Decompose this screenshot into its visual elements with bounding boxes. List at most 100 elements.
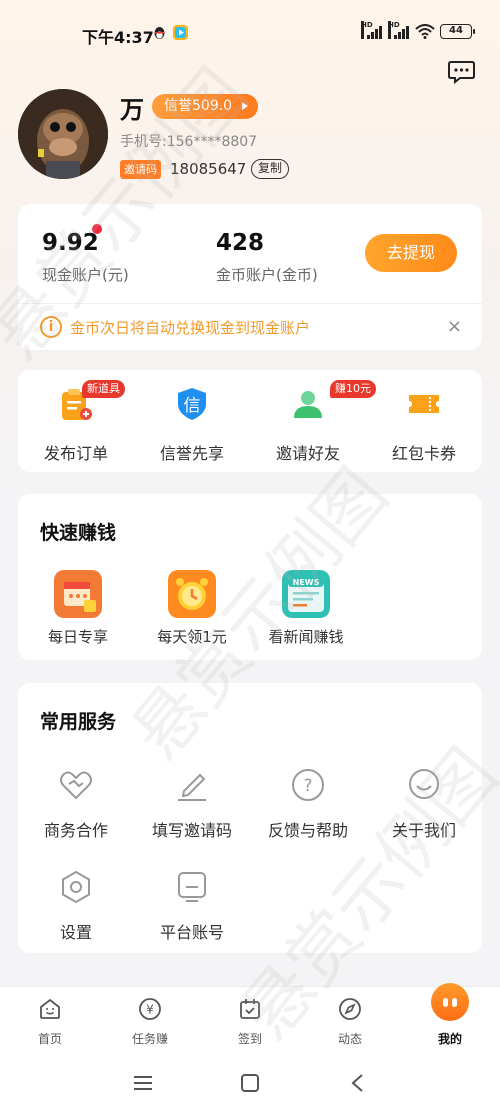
tool-credit-first[interactable]: 信 信誉先享: [134, 370, 250, 472]
tool-label: 红包卡券: [391, 444, 456, 463]
credit-shield-icon: 信: [174, 386, 210, 422]
nav-label: 任务赚: [131, 1032, 168, 1046]
coin-balance[interactable]: 428: [216, 230, 264, 256]
qq-penguin-icon: [152, 25, 167, 40]
tool-invite-friends[interactable]: 赚10元 邀请好友: [250, 370, 376, 472]
home-square-icon[interactable]: [238, 1072, 262, 1094]
quick-earn-title: 快速赚钱: [40, 522, 117, 544]
earn-label: 每日专享: [47, 628, 108, 646]
settings-hex-icon: [58, 869, 94, 905]
tool-publish-order[interactable]: 新道具 发布订单: [18, 370, 134, 472]
play-arrow-icon: [242, 102, 249, 110]
signal-icon: HD: [388, 20, 410, 39]
nav-mine[interactable]: 我的: [400, 983, 500, 1057]
earn-read-news[interactable]: NEWS 看新闻赚钱: [246, 570, 366, 650]
withdraw-button[interactable]: 去提现: [365, 234, 457, 272]
earn-daily-exclusive[interactable]: 每日专享: [18, 570, 138, 650]
help-icon: ?: [290, 767, 326, 803]
system-nav-bar: [0, 1056, 500, 1111]
nav-label: 首页: [37, 1032, 62, 1046]
svg-text:信: 信: [184, 396, 201, 416]
tool-coupons[interactable]: 红包卡券: [366, 370, 482, 472]
news-icon-text: NEWS: [293, 578, 320, 587]
help-icon-text: ?: [303, 776, 312, 796]
cash-balance[interactable]: 9.92: [42, 230, 99, 256]
tool-label: 邀请好友: [275, 444, 340, 463]
close-icon[interactable]: ×: [447, 316, 462, 337]
new-item-badge: 新道具: [82, 380, 125, 398]
tools-card: 新道具 发布订单 信 信誉先享 赚10元 邀请好友 红包卡券: [18, 370, 482, 472]
yen-icon-text: ¥: [146, 1003, 154, 1017]
service-label: 商务合作: [43, 821, 108, 840]
status-bar: 下午4:37 HD HD 44: [0, 0, 500, 64]
exchange-notice: i 金币次日将自动兑换现金到现金账户 ×: [18, 304, 482, 350]
account-card: 9.92 现金账户(元) 428 金币账户(金币) 去提现 i 金币次日将自动兑…: [18, 204, 482, 350]
status-time: 下午4:37: [82, 28, 154, 47]
info-icon: i: [40, 316, 62, 338]
coin-account-label: 金币账户(金币): [216, 266, 318, 284]
calendar-check-icon: [238, 997, 262, 1021]
handshake-heart-icon: [58, 767, 94, 803]
unread-dot: [92, 224, 102, 234]
mine-face-icon: [431, 983, 469, 1021]
credit-score-button[interactable]: 信誉509.0: [152, 94, 259, 119]
invite-code-tag: 邀请码: [120, 160, 161, 179]
earn-daily-1yuan[interactable]: 每天领1元: [132, 570, 252, 650]
services-card: 常用服务 商务合作 填写邀请码 ? 反馈与帮助 关于我们 设置 平台账号: [18, 683, 482, 953]
back-icon[interactable]: [346, 1072, 370, 1094]
nav-checkin[interactable]: 签到: [200, 987, 300, 1057]
signal-label: HD: [361, 20, 373, 39]
nav-label: 签到: [237, 1032, 262, 1046]
calendar-gift-icon: [54, 570, 102, 618]
credit-score-label: 信誉509.0: [164, 98, 233, 114]
signal-icon: HD: [361, 20, 383, 39]
wifi-icon: [415, 24, 435, 39]
service-business[interactable]: 商务合作: [18, 767, 134, 847]
copy-button[interactable]: 复制: [251, 159, 290, 179]
signal-label: HD: [388, 20, 400, 39]
status-right: HD HD 44: [361, 20, 475, 39]
bottom-nav: 首页 ¥ 任务赚 签到 动态 我的: [0, 983, 500, 1057]
nav-label: 动态: [337, 1032, 362, 1046]
service-label: 填写邀请码: [151, 821, 232, 840]
quick-earn-card: 快速赚钱 每日专享 每天领1元 NEWS 看新闻赚钱: [18, 494, 482, 660]
message-icon[interactable]: [448, 60, 475, 85]
nav-label: 我的: [437, 1032, 462, 1046]
service-label: 关于我们: [391, 821, 456, 840]
services-title: 常用服务: [40, 711, 117, 733]
cash-account-label: 现金账户(元): [42, 266, 129, 284]
alarm-clock-icon: [168, 570, 216, 618]
service-label: 平台账号: [159, 923, 224, 942]
service-settings[interactable]: 设置: [18, 869, 134, 949]
service-fill-invite[interactable]: 填写邀请码: [134, 767, 250, 847]
nav-tasks[interactable]: ¥ 任务赚: [100, 987, 200, 1057]
service-label: 反馈与帮助: [267, 821, 348, 840]
invite-friend-icon: [290, 386, 326, 422]
coupon-icon: [406, 386, 442, 422]
pencil-icon: [174, 767, 210, 803]
compass-icon: [338, 997, 362, 1021]
invite-code: 18085647: [170, 160, 247, 178]
service-feedback[interactable]: ? 反馈与帮助: [250, 767, 366, 847]
service-platform-account[interactable]: 平台账号: [134, 869, 250, 949]
notice-text: 金币次日将自动兑换现金到现金账户: [70, 319, 311, 337]
video-app-icon: [173, 25, 188, 40]
earn-label: 每天领1元: [157, 628, 227, 646]
news-icon: NEWS: [282, 570, 330, 618]
earn-label: 看新闻赚钱: [268, 628, 344, 646]
nav-home[interactable]: 首页: [0, 987, 100, 1057]
avatar[interactable]: [18, 89, 108, 179]
account-tablet-icon: [174, 869, 210, 905]
menu-icon[interactable]: [131, 1072, 155, 1094]
user-name: 万: [120, 95, 144, 124]
chat-bubble-icon: [406, 767, 442, 803]
battery-icon: 44: [440, 24, 475, 39]
tool-label: 发布订单: [43, 444, 108, 463]
home-smile-icon: [38, 997, 62, 1021]
nav-feed[interactable]: 动态: [300, 987, 400, 1057]
tool-label: 信誉先享: [159, 444, 224, 463]
yen-coin-icon: ¥: [138, 997, 162, 1021]
phone-number: 手机号:156****8807: [120, 134, 258, 150]
service-about-us[interactable]: 关于我们: [366, 767, 482, 847]
service-label: 设置: [59, 923, 92, 942]
